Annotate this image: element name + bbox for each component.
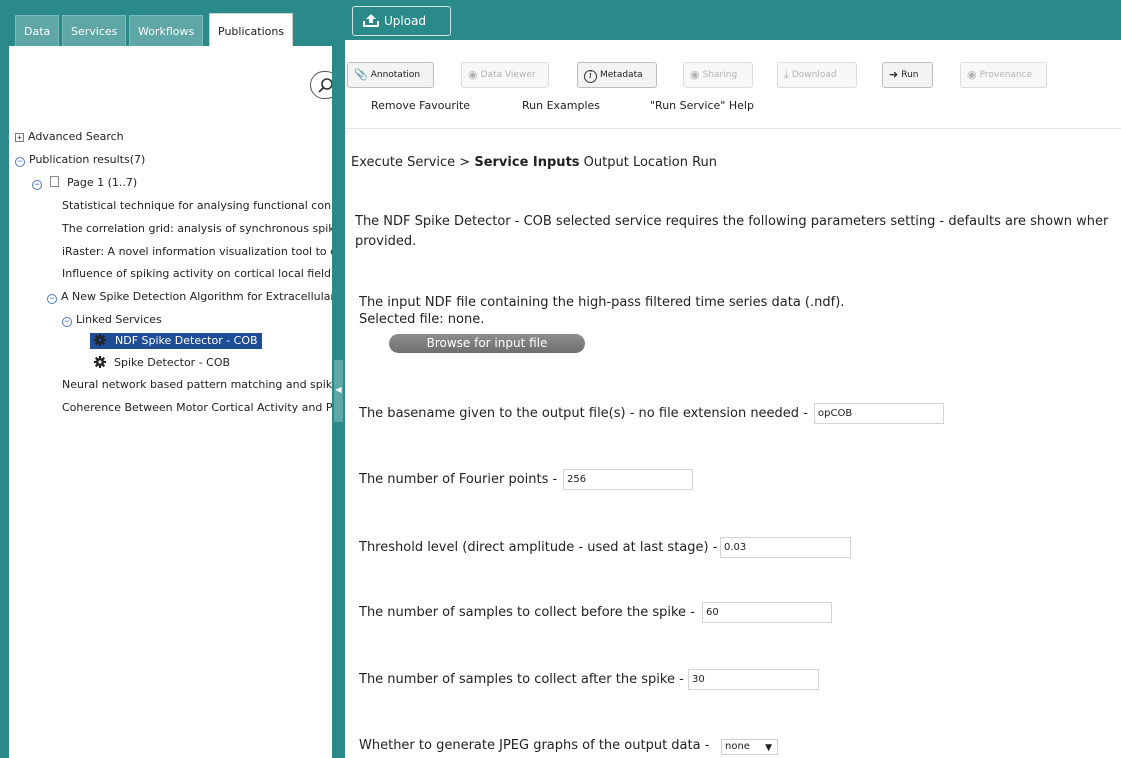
run-label: Run xyxy=(901,70,919,80)
download-label: Download xyxy=(791,70,837,80)
metadata-label: Metadata xyxy=(600,70,643,80)
basename-input[interactable]: opCOB xyxy=(814,403,944,424)
data-viewer-button[interactable]: ◉ Data Viewer xyxy=(461,62,549,88)
jpeg-select[interactable]: none ▼ xyxy=(721,739,778,755)
publication-item[interactable]: The correlation grid: analysis of synchr… xyxy=(62,222,332,236)
collapse-icon: − xyxy=(47,294,57,304)
page-label: Page 1 (1..7) xyxy=(67,176,138,189)
tab-publications[interactable]: Publications xyxy=(209,13,294,46)
service-item-label: NDF Spike Detector - COB xyxy=(115,334,258,347)
run-service-help-link[interactable]: "Run Service" Help xyxy=(650,99,754,112)
eye-icon: ◉ xyxy=(967,68,977,81)
upload-icon xyxy=(363,14,379,27)
threshold-input[interactable]: 0.03 xyxy=(720,537,851,558)
page-icon xyxy=(50,176,59,187)
browse-input-file-button[interactable]: Browse for input file xyxy=(389,334,585,353)
collapse-icon: − xyxy=(62,317,72,327)
page-node[interactable]: − Page 1 (1..7) xyxy=(32,176,137,190)
gear-icon xyxy=(94,334,106,346)
publication-item[interactable]: Coherence Between Motor Cortical Activit… xyxy=(62,401,332,415)
left-panel: Data Services Workflows Publications + Ad… xyxy=(0,0,332,758)
download-icon: ⤓ xyxy=(784,68,789,81)
tab-workflows[interactable]: Workflows xyxy=(129,15,204,46)
run-examples-link[interactable]: Run Examples xyxy=(522,99,600,112)
threshold-label: Threshold level (direct amplitude - used… xyxy=(359,540,718,555)
samples-after-label: The number of samples to collect after t… xyxy=(359,672,684,687)
samples-before-input[interactable]: 60 xyxy=(702,602,832,623)
search-button[interactable] xyxy=(310,71,332,99)
advanced-search-toggle[interactable]: + Advanced Search xyxy=(15,130,124,144)
tab-services[interactable]: Services xyxy=(62,15,127,46)
service-item-selected[interactable]: NDF Spike Detector - COB xyxy=(90,333,262,349)
publication-item[interactable]: Influence of spiking activity on cortica… xyxy=(62,267,332,281)
sharing-label: Sharing xyxy=(702,70,738,80)
collapse-icon: − xyxy=(32,180,42,190)
samples-before-label: The number of samples to collect before … xyxy=(359,605,695,620)
publication-results-node[interactable]: − Publication results(7) xyxy=(15,153,145,167)
publication-item[interactable]: Statistical technique for analysing func… xyxy=(62,199,332,213)
collapse-icon: − xyxy=(15,157,25,167)
breadcrumb: Execute Service > Service Inputs Output … xyxy=(351,154,717,172)
publication-results-label: Publication results(7) xyxy=(29,153,146,166)
metadata-button[interactable]: i Metadata xyxy=(577,62,657,88)
fourier-points-label: The number of Fourier points - xyxy=(359,472,558,487)
annotation-button[interactable]: 📎 Annotation xyxy=(347,62,434,88)
service-item[interactable]: Spike Detector - COB xyxy=(94,356,230,370)
jpeg-label: Whether to generate JPEG graphs of the o… xyxy=(359,738,710,753)
sharing-button[interactable]: ◉ Sharing xyxy=(683,62,753,88)
fourier-points-input[interactable]: 256 xyxy=(563,469,693,490)
share-icon: ◉ xyxy=(690,68,700,81)
intro-text-line: The NDF Spike Detector - COB selected se… xyxy=(355,214,1109,229)
publication-item[interactable]: iRaster: A novel information visualizati… xyxy=(62,245,332,259)
info-icon: i xyxy=(584,70,597,83)
divider xyxy=(345,128,1121,129)
selected-file-text: Selected file: none. xyxy=(359,312,485,327)
jpeg-select-value: none xyxy=(725,741,750,752)
breadcrumb-step: Execute Service > xyxy=(351,155,471,170)
service-item-label: Spike Detector - COB xyxy=(114,356,231,369)
linked-services-label: Linked Services xyxy=(76,313,162,326)
upload-label: Upload xyxy=(384,14,427,28)
intro-text-line: provided. xyxy=(355,234,417,249)
annotation-label: Annotation xyxy=(370,70,421,80)
run-button[interactable]: ➜ Run xyxy=(882,62,933,88)
collapse-arrow-icon[interactable]: ◀ xyxy=(334,385,343,395)
linked-services-node[interactable]: − Linked Services xyxy=(62,313,162,327)
download-button[interactable]: ⤓ Download xyxy=(777,62,857,88)
advanced-search-label: Advanced Search xyxy=(28,130,124,143)
run-arrow-icon: ➜ xyxy=(889,68,899,81)
provenance-button[interactable]: ◉ Provenance xyxy=(960,62,1047,88)
paperclip-icon: 📎 xyxy=(354,68,368,81)
upload-button[interactable]: Upload xyxy=(352,6,451,36)
search-icon xyxy=(318,78,332,93)
chevron-down-icon: ▼ xyxy=(765,743,772,753)
tab-data[interactable]: Data xyxy=(15,15,60,46)
expand-icon: + xyxy=(15,133,24,142)
basename-label: The basename given to the output file(s)… xyxy=(359,406,808,421)
data-viewer-label: Data Viewer xyxy=(480,70,536,80)
breadcrumb-current-step: Service Inputs xyxy=(474,155,580,170)
samples-after-input[interactable]: 30 xyxy=(688,669,819,690)
eye-icon: ◉ xyxy=(468,68,478,81)
input-file-description: The input NDF file containing the high-p… xyxy=(359,295,845,310)
remove-favourite-link[interactable]: Remove Favourite xyxy=(371,99,470,112)
left-panel-border xyxy=(0,0,9,758)
breadcrumb-step: Output Location Run xyxy=(583,155,718,170)
gear-icon xyxy=(94,356,106,368)
publication-item[interactable]: Neural network based pattern matching an… xyxy=(62,378,332,392)
publication-item-expanded[interactable]: − A New Spike Detection Algorithm for Ext… xyxy=(47,290,332,304)
publication-item-label: A New Spike Detection Algorithm for Extr… xyxy=(61,290,332,303)
provenance-label: Provenance xyxy=(979,70,1033,80)
top-bar xyxy=(345,0,1121,40)
